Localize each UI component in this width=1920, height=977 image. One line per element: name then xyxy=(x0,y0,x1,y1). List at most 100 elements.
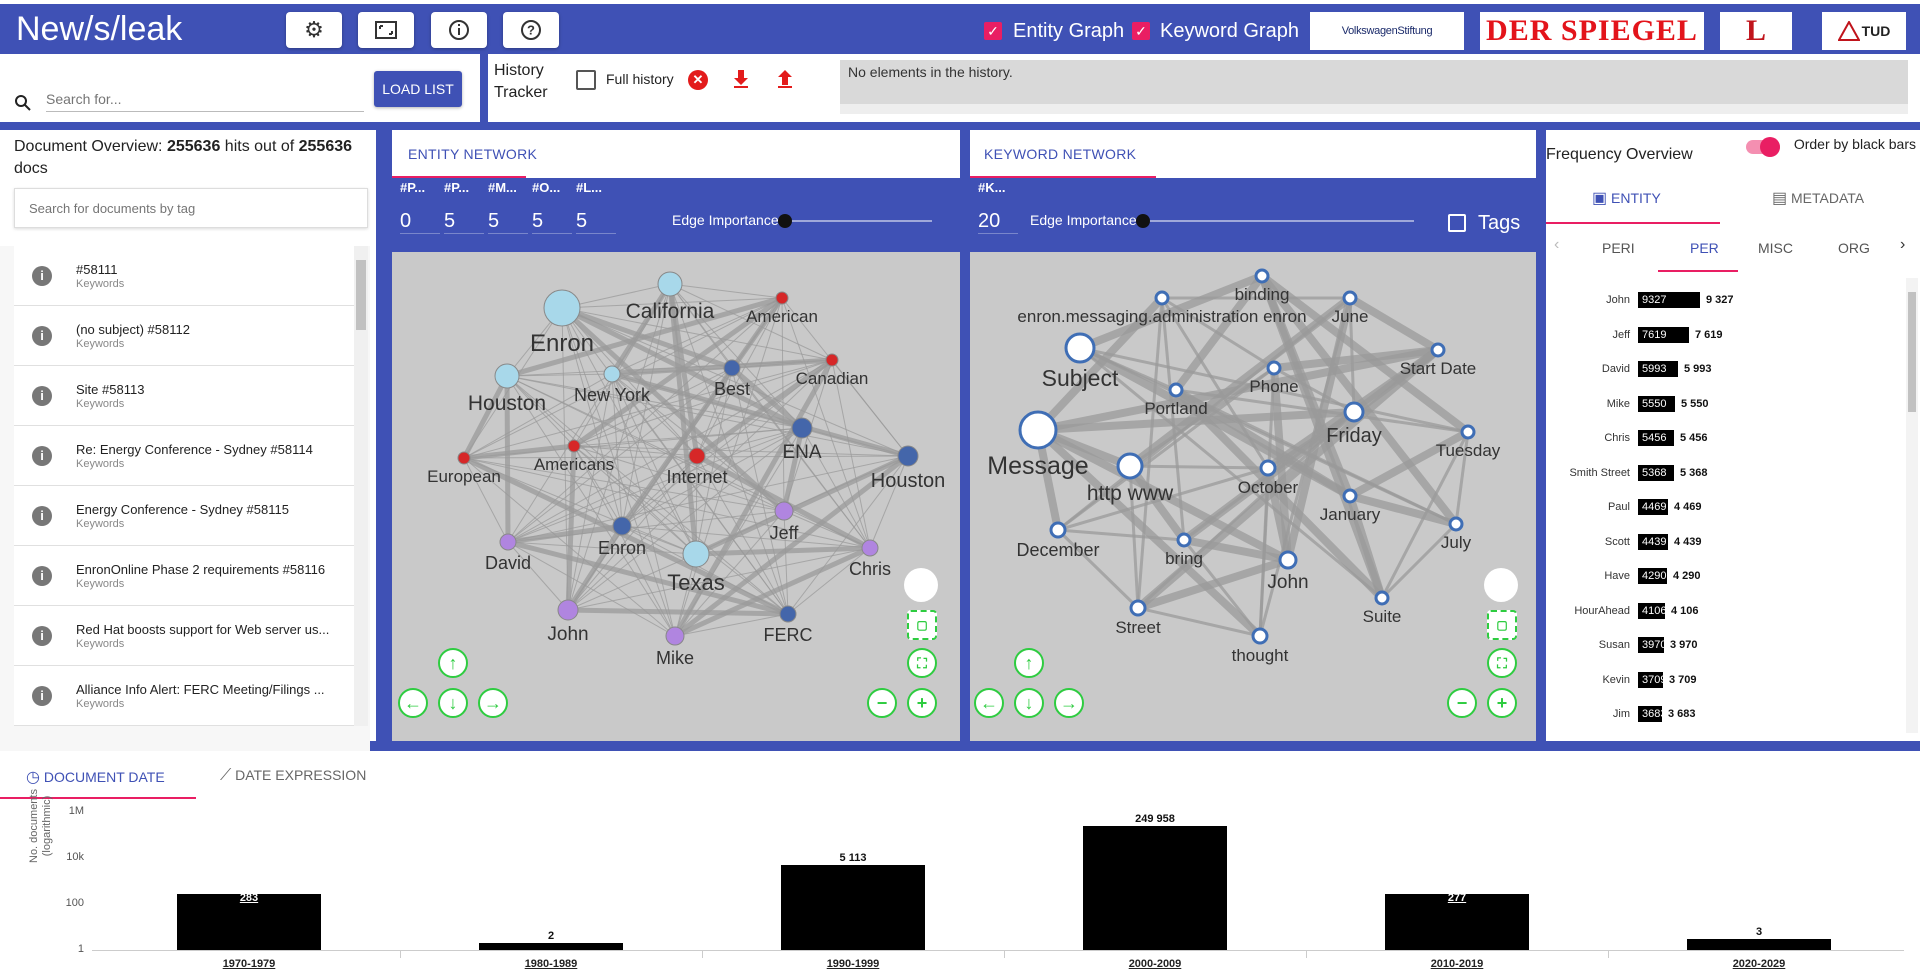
frequency-scrollbar[interactable] xyxy=(1906,278,1918,733)
full-history-checkbox[interactable] xyxy=(576,70,596,90)
fit-view-button[interactable]: ⛶ xyxy=(907,648,937,678)
frequency-row[interactable]: Chris 5456 5 456 xyxy=(1540,428,1760,448)
subtab-scroll-right[interactable]: › xyxy=(1900,236,1905,254)
scrollbar-thumb[interactable] xyxy=(356,260,366,330)
entity-graph-svg[interactable]: Enron California American Houston New York Be… xyxy=(392,252,960,741)
frequency-row[interactable]: Smith Street 5368 5 368 xyxy=(1540,463,1760,483)
help-button[interactable]: ? xyxy=(503,12,559,48)
graph-node[interactable] xyxy=(682,540,710,568)
graph-node[interactable] xyxy=(1342,290,1358,306)
timeline-bar[interactable] xyxy=(1687,939,1831,950)
x-tick-label[interactable]: 2010-2019 xyxy=(1387,958,1527,970)
subtab-scroll-left[interactable]: ‹ xyxy=(1554,236,1559,254)
graph-node[interactable] xyxy=(657,271,683,297)
frequency-row[interactable]: Jim 3683 3 683 xyxy=(1540,704,1760,724)
frequency-row[interactable]: John 9327 9 327 xyxy=(1540,290,1760,310)
graph-node[interactable] xyxy=(543,289,581,327)
info-icon[interactable]: i xyxy=(32,686,52,706)
zoom-out-button[interactable]: − xyxy=(1447,688,1477,718)
graph-node[interactable] xyxy=(1018,410,1058,450)
graph-node[interactable] xyxy=(1254,268,1270,284)
graph-node[interactable] xyxy=(612,516,632,536)
timeline-bar[interactable] xyxy=(479,943,623,950)
tag-search-input[interactable] xyxy=(14,188,368,228)
pan-down-button[interactable]: ↓ xyxy=(438,688,468,718)
scrollbar-thumb[interactable] xyxy=(1908,292,1916,412)
pan-up-button[interactable]: ↑ xyxy=(1014,648,1044,678)
entity-type-count-input[interactable]: 5 xyxy=(576,210,616,234)
entity-graph-checkbox[interactable]: ✓ xyxy=(984,22,1002,40)
document-list-item[interactable]: i Red Hat boosts support for Web server u… xyxy=(14,606,354,666)
graph-node[interactable] xyxy=(1176,532,1192,548)
tab-keyword-network[interactable]: KEYWORD NETWORK xyxy=(984,146,1136,162)
subtab-misc[interactable]: MISC xyxy=(1758,240,1793,256)
entity-type-count-input[interactable]: 0 xyxy=(400,210,440,234)
x-tick-label[interactable]: 1990-1999 xyxy=(783,958,923,970)
graph-node[interactable] xyxy=(1266,360,1282,376)
search-input[interactable] xyxy=(46,86,364,112)
graph-node[interactable] xyxy=(791,417,813,439)
graph-node[interactable] xyxy=(1168,382,1184,398)
frequency-row[interactable]: Have 4290 4 290 xyxy=(1540,566,1760,586)
graph-node[interactable] xyxy=(1342,488,1358,504)
document-list-item[interactable]: i #58111 Keywords xyxy=(14,246,354,306)
pan-left-button[interactable]: ← xyxy=(974,688,1004,718)
history-scrollbar[interactable] xyxy=(840,104,1908,114)
graph-node[interactable] xyxy=(688,447,706,465)
graph-node[interactable] xyxy=(1064,332,1096,364)
timeline-bar[interactable] xyxy=(1083,825,1227,950)
graph-node[interactable] xyxy=(1343,401,1365,423)
info-icon[interactable]: i xyxy=(32,506,52,526)
graph-node[interactable] xyxy=(557,599,579,621)
pan-up-button[interactable]: ↑ xyxy=(438,648,468,678)
document-list-item[interactable]: i EnronOnline Phase 2 requirements #58116… xyxy=(14,546,354,606)
entity-type-count-input[interactable]: 5 xyxy=(488,210,528,234)
document-list-item[interactable]: i Energy Conference - Sydney #58115 Keywor… xyxy=(14,486,354,546)
pan-down-button[interactable]: ↓ xyxy=(1014,688,1044,718)
graph-node[interactable] xyxy=(779,605,797,623)
document-list-item[interactable]: i (no subject) #58112 Keywords xyxy=(14,306,354,366)
keyword-graph-svg[interactable]: binding enron.messaging.administration en… xyxy=(970,252,1536,741)
slider-handle[interactable] xyxy=(1136,214,1150,228)
keyword-graph-checkbox[interactable]: ✓ xyxy=(1132,22,1150,40)
pan-right-button[interactable]: → xyxy=(1054,688,1084,718)
x-tick-label[interactable]: 2000-2009 xyxy=(1085,958,1225,970)
frequency-row[interactable]: Jeff 7619 7 619 xyxy=(1540,325,1760,345)
tab-metadata[interactable]: ▤ METADATA xyxy=(1772,188,1864,208)
graph-node[interactable] xyxy=(499,533,517,551)
select-area-button[interactable]: ▢ xyxy=(907,610,937,640)
info-button[interactable] xyxy=(431,12,487,48)
graph-node[interactable] xyxy=(774,501,794,521)
tab-date-expression[interactable]: ⟋ DATE EXPRESSION xyxy=(220,767,366,785)
entity-type-count-input[interactable]: 5 xyxy=(532,210,572,234)
frequency-row[interactable]: Scott 4439 4 439 xyxy=(1540,532,1760,552)
zoom-out-button[interactable]: − xyxy=(867,688,897,718)
pan-left-button[interactable]: ← xyxy=(398,688,428,718)
graph-node[interactable] xyxy=(567,439,581,453)
tab-entity[interactable]: ▣ ENTITY xyxy=(1592,188,1661,208)
pan-right-button[interactable]: → xyxy=(478,688,508,718)
info-icon[interactable]: i xyxy=(32,386,52,406)
fullscreen-button[interactable] xyxy=(358,12,414,48)
graph-node[interactable] xyxy=(1129,599,1147,617)
document-list-item[interactable]: i Re: Energy Conference - Sydney #58114 Ke… xyxy=(14,426,354,486)
graph-node[interactable] xyxy=(723,359,741,377)
zoom-in-button[interactable]: + xyxy=(907,688,937,718)
entity-type-count-input[interactable]: 5 xyxy=(444,210,484,234)
tags-checkbox[interactable] xyxy=(1448,214,1466,232)
subtab-peri[interactable]: PERI xyxy=(1602,240,1635,256)
graph-node[interactable] xyxy=(825,353,839,367)
clear-history-button[interactable]: ✕ xyxy=(688,70,708,90)
graph-node[interactable] xyxy=(897,445,919,467)
graph-node[interactable] xyxy=(1259,459,1277,477)
graph-node[interactable] xyxy=(457,451,471,465)
entity-graph-canvas[interactable]: Enron California American Houston New York Be… xyxy=(392,252,960,741)
x-tick-label[interactable]: 1970-1979 xyxy=(179,958,319,970)
graph-node[interactable] xyxy=(1251,627,1269,645)
graph-node[interactable] xyxy=(1049,521,1067,539)
subtab-per[interactable]: PER xyxy=(1690,240,1719,256)
edge-importance-slider[interactable] xyxy=(778,214,932,228)
frequency-row[interactable]: Paul 4469 4 469 xyxy=(1540,497,1760,517)
graph-node[interactable] xyxy=(1278,550,1298,570)
frequency-row[interactable]: David 5993 5 993 xyxy=(1540,359,1760,379)
